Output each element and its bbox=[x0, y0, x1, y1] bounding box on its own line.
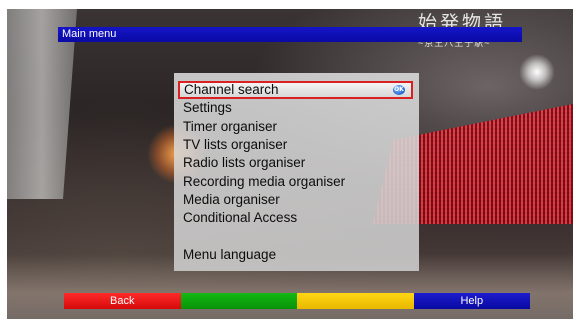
ok-icon: OK bbox=[393, 85, 405, 95]
ok-icon-label: OK bbox=[394, 86, 404, 93]
menu-item-media-organiser[interactable]: Media organiser bbox=[178, 191, 413, 209]
menu-item-conditional-access[interactable]: Conditional Access bbox=[178, 209, 413, 227]
menu-item-settings[interactable]: Settings bbox=[178, 99, 413, 117]
menu-item-label: Timer organiser bbox=[183, 119, 278, 134]
menu-item-label: TV lists organiser bbox=[183, 137, 288, 152]
red-key-label: Back bbox=[110, 295, 135, 307]
menu-item-radio-lists-organiser[interactable]: Radio lists organiser bbox=[178, 154, 413, 172]
menu-item-menu-language[interactable]: Menu language bbox=[178, 246, 413, 264]
menu-item-label: Recording media organiser bbox=[183, 174, 346, 189]
menu-item-label: Conditional Access bbox=[183, 210, 298, 225]
menu-item-label: Radio lists organiser bbox=[183, 155, 306, 170]
menu-item-recording-media-organiser[interactable]: Recording media organiser bbox=[178, 173, 413, 191]
green-key-button[interactable] bbox=[180, 293, 297, 309]
background-lamp bbox=[519, 54, 555, 90]
menu-title-bar: Main menu bbox=[58, 27, 522, 42]
menu-item-label: Menu language bbox=[183, 247, 277, 262]
blue-key-help-button[interactable]: Help bbox=[413, 293, 530, 309]
yellow-key-button[interactable] bbox=[297, 293, 414, 309]
menu-item-label: Channel search bbox=[184, 82, 279, 97]
menu-item-channel-search[interactable]: Channel search OK bbox=[178, 81, 413, 99]
menu-item-label: Media organiser bbox=[183, 192, 280, 207]
color-key-bar: Back Help bbox=[64, 293, 530, 309]
blue-key-label: Help bbox=[460, 295, 484, 307]
menu-item-timer-organiser[interactable]: Timer organiser bbox=[178, 118, 413, 136]
menu-item-label: Settings bbox=[183, 100, 232, 115]
menu-item-tv-lists-organiser[interactable]: TV lists organiser bbox=[178, 136, 413, 154]
red-key-back-button[interactable]: Back bbox=[64, 293, 181, 309]
menu-title: Main menu bbox=[62, 28, 117, 40]
main-menu-panel: Channel search OK Settings Timer organis… bbox=[174, 73, 419, 271]
